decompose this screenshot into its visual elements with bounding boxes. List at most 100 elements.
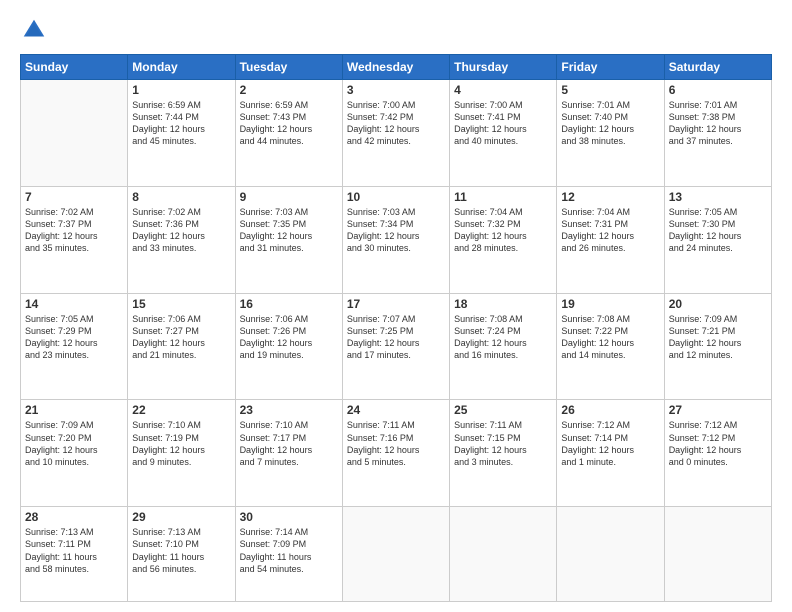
day-number: 19 (561, 297, 659, 311)
day-cell: 14 Sunrise: 7:05 AM Sunset: 7:29 PM Dayli… (21, 293, 128, 400)
day-number: 23 (240, 403, 338, 417)
header (20, 16, 772, 44)
day-cell: 29 Sunrise: 7:13 AM Sunset: 7:10 PM Dayli… (128, 507, 235, 602)
day-cell: 30 Sunrise: 7:14 AM Sunset: 7:09 PM Dayli… (235, 507, 342, 602)
day-info: Sunrise: 7:08 AM Sunset: 7:24 PM Dayligh… (454, 313, 552, 362)
day-cell: 24Sunrise: 7:11 AM Sunset: 7:16 PM Dayli… (342, 400, 449, 507)
day-info: Sunrise: 7:00 AM Sunset: 7:42 PM Dayligh… (347, 99, 445, 148)
day-info: Sunrise: 7:11 AM Sunset: 7:15 PM Dayligh… (454, 419, 552, 468)
day-number: 16 (240, 297, 338, 311)
day-info: Sunrise: 7:09 AM Sunset: 7:21 PM Dayligh… (669, 313, 767, 362)
day-cell: 12 Sunrise: 7:04 AM Sunset: 7:31 PM Dayli… (557, 186, 664, 293)
day-info: Sunrise: 7:06 AM Sunset: 7:26 PM Dayligh… (240, 313, 338, 362)
day-number: 11 (454, 190, 552, 204)
calendar: SundayMondayTuesdayWednesdayThursdayFrid… (20, 54, 772, 602)
day-cell: 26Sunrise: 7:12 AM Sunset: 7:14 PM Dayli… (557, 400, 664, 507)
day-cell (664, 507, 771, 602)
day-cell (450, 507, 557, 602)
day-info: Sunrise: 7:12 AM Sunset: 7:12 PM Dayligh… (669, 419, 767, 468)
day-number: 20 (669, 297, 767, 311)
weekday-header-wednesday: Wednesday (342, 55, 449, 80)
day-info: Sunrise: 7:12 AM Sunset: 7:14 PM Dayligh… (561, 419, 659, 468)
day-cell: 7 Sunrise: 7:02 AM Sunset: 7:37 PM Daylig… (21, 186, 128, 293)
logo-icon (20, 16, 48, 44)
day-info: Sunrise: 7:03 AM Sunset: 7:35 PM Dayligh… (240, 206, 338, 255)
day-info: Sunrise: 7:01 AM Sunset: 7:38 PM Dayligh… (669, 99, 767, 148)
week-row-4: 21Sunrise: 7:09 AM Sunset: 7:20 PM Dayli… (21, 400, 772, 507)
day-number: 29 (132, 510, 230, 524)
day-cell: 20 Sunrise: 7:09 AM Sunset: 7:21 PM Dayli… (664, 293, 771, 400)
weekday-header-thursday: Thursday (450, 55, 557, 80)
day-number: 15 (132, 297, 230, 311)
day-cell: 3 Sunrise: 7:00 AM Sunset: 7:42 PM Daylig… (342, 80, 449, 187)
weekday-header-saturday: Saturday (664, 55, 771, 80)
day-number: 30 (240, 510, 338, 524)
day-cell: 19Sunrise: 7:08 AM Sunset: 7:22 PM Dayli… (557, 293, 664, 400)
day-info: Sunrise: 7:01 AM Sunset: 7:40 PM Dayligh… (561, 99, 659, 148)
day-info: Sunrise: 7:02 AM Sunset: 7:37 PM Dayligh… (25, 206, 123, 255)
day-info: Sunrise: 7:13 AM Sunset: 7:10 PM Dayligh… (132, 526, 230, 575)
day-cell: 28Sunrise: 7:13 AM Sunset: 7:11 PM Dayli… (21, 507, 128, 602)
logo (20, 16, 52, 44)
day-info: Sunrise: 7:04 AM Sunset: 7:32 PM Dayligh… (454, 206, 552, 255)
day-cell: 17 Sunrise: 7:07 AM Sunset: 7:25 PM Dayli… (342, 293, 449, 400)
day-cell (21, 80, 128, 187)
day-number: 2 (240, 83, 338, 97)
day-info: Sunrise: 7:09 AM Sunset: 7:20 PM Dayligh… (25, 419, 123, 468)
weekday-header-monday: Monday (128, 55, 235, 80)
day-cell: 6 Sunrise: 7:01 AM Sunset: 7:38 PM Daylig… (664, 80, 771, 187)
day-number: 5 (561, 83, 659, 97)
day-info: Sunrise: 6:59 AM Sunset: 7:44 PM Dayligh… (132, 99, 230, 148)
day-cell (557, 507, 664, 602)
day-number: 14 (25, 297, 123, 311)
day-info: Sunrise: 7:03 AM Sunset: 7:34 PM Dayligh… (347, 206, 445, 255)
day-cell: 16 Sunrise: 7:06 AM Sunset: 7:26 PM Dayli… (235, 293, 342, 400)
day-cell: 2 Sunrise: 6:59 AM Sunset: 7:43 PM Daylig… (235, 80, 342, 187)
day-number: 1 (132, 83, 230, 97)
day-cell: 4 Sunrise: 7:00 AM Sunset: 7:41 PM Daylig… (450, 80, 557, 187)
page: SundayMondayTuesdayWednesdayThursdayFrid… (0, 0, 792, 612)
day-cell (342, 507, 449, 602)
day-cell: 21Sunrise: 7:09 AM Sunset: 7:20 PM Dayli… (21, 400, 128, 507)
weekday-header-friday: Friday (557, 55, 664, 80)
day-number: 7 (25, 190, 123, 204)
day-info: Sunrise: 7:02 AM Sunset: 7:36 PM Dayligh… (132, 206, 230, 255)
day-cell: 1 Sunrise: 6:59 AM Sunset: 7:44 PM Daylig… (128, 80, 235, 187)
day-number: 6 (669, 83, 767, 97)
day-number: 9 (240, 190, 338, 204)
weekday-header-tuesday: Tuesday (235, 55, 342, 80)
day-cell: 9 Sunrise: 7:03 AM Sunset: 7:35 PM Daylig… (235, 186, 342, 293)
day-info: Sunrise: 7:06 AM Sunset: 7:27 PM Dayligh… (132, 313, 230, 362)
day-cell: 15 Sunrise: 7:06 AM Sunset: 7:27 PM Dayli… (128, 293, 235, 400)
day-number: 22 (132, 403, 230, 417)
day-number: 10 (347, 190, 445, 204)
day-info: Sunrise: 7:14 AM Sunset: 7:09 PM Dayligh… (240, 526, 338, 575)
day-cell: 23 Sunrise: 7:10 AM Sunset: 7:17 PM Dayli… (235, 400, 342, 507)
day-cell: 8 Sunrise: 7:02 AM Sunset: 7:36 PM Daylig… (128, 186, 235, 293)
day-number: 24 (347, 403, 445, 417)
day-cell: 10 Sunrise: 7:03 AM Sunset: 7:34 PM Dayli… (342, 186, 449, 293)
day-info: Sunrise: 7:04 AM Sunset: 7:31 PM Dayligh… (561, 206, 659, 255)
day-cell: 11 Sunrise: 7:04 AM Sunset: 7:32 PM Dayli… (450, 186, 557, 293)
day-cell: 18 Sunrise: 7:08 AM Sunset: 7:24 PM Dayli… (450, 293, 557, 400)
day-number: 4 (454, 83, 552, 97)
day-number: 3 (347, 83, 445, 97)
day-number: 25 (454, 403, 552, 417)
day-info: Sunrise: 7:05 AM Sunset: 7:29 PM Dayligh… (25, 313, 123, 362)
day-number: 12 (561, 190, 659, 204)
week-row-2: 7 Sunrise: 7:02 AM Sunset: 7:37 PM Daylig… (21, 186, 772, 293)
day-info: Sunrise: 7:07 AM Sunset: 7:25 PM Dayligh… (347, 313, 445, 362)
day-number: 13 (669, 190, 767, 204)
day-info: Sunrise: 7:10 AM Sunset: 7:19 PM Dayligh… (132, 419, 230, 468)
week-row-3: 14 Sunrise: 7:05 AM Sunset: 7:29 PM Dayli… (21, 293, 772, 400)
day-info: Sunrise: 7:00 AM Sunset: 7:41 PM Dayligh… (454, 99, 552, 148)
day-number: 8 (132, 190, 230, 204)
week-row-5: 28Sunrise: 7:13 AM Sunset: 7:11 PM Dayli… (21, 507, 772, 602)
day-number: 18 (454, 297, 552, 311)
day-info: Sunrise: 6:59 AM Sunset: 7:43 PM Dayligh… (240, 99, 338, 148)
day-number: 17 (347, 297, 445, 311)
day-cell: 13Sunrise: 7:05 AM Sunset: 7:30 PM Dayli… (664, 186, 771, 293)
day-cell: 25 Sunrise: 7:11 AM Sunset: 7:15 PM Dayli… (450, 400, 557, 507)
week-row-1: 1 Sunrise: 6:59 AM Sunset: 7:44 PM Daylig… (21, 80, 772, 187)
day-info: Sunrise: 7:10 AM Sunset: 7:17 PM Dayligh… (240, 419, 338, 468)
